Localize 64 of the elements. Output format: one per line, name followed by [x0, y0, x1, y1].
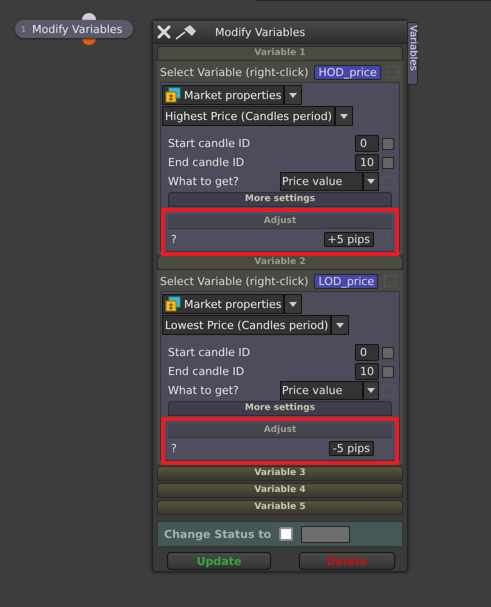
window-title: Modify Variables	[215, 26, 306, 38]
param-label: What to get?	[168, 175, 240, 188]
section-header[interactable]: Variable 3	[157, 466, 403, 481]
param-label: End candle ID	[168, 156, 246, 169]
section-header[interactable]: Variable 4	[157, 483, 403, 498]
status-field[interactable]	[301, 526, 350, 542]
function-dropdown[interactable]: Highest Price (Candles period)	[162, 106, 335, 126]
caret-icon	[289, 302, 298, 306]
pin-icon[interactable]	[175, 24, 197, 40]
input-port[interactable]	[82, 13, 96, 20]
dropdown-caret[interactable]	[363, 172, 379, 191]
status-checkbox[interactable]	[279, 527, 294, 541]
number-field[interactable]: 0	[355, 344, 379, 361]
dropdown-caret[interactable]	[284, 85, 302, 105]
adjust-field[interactable]: -5 pips	[328, 440, 374, 456]
param-label: Start candle ID	[168, 346, 252, 359]
variable-chip[interactable]: HOD_price	[314, 64, 381, 80]
node-index: 1	[21, 24, 26, 34]
number-field[interactable]: 0	[355, 135, 379, 152]
function-dropdown[interactable]: Lowest Price (Candles period)	[162, 315, 332, 335]
param-label: What to get?	[168, 384, 240, 397]
dropdown-caret[interactable]	[331, 315, 350, 335]
caret-icon	[367, 179, 375, 184]
number-field[interactable]: 10	[355, 154, 379, 171]
param-label: Start candle ID	[168, 137, 252, 150]
section-header[interactable]: Variable 2	[157, 255, 403, 270]
side-tab[interactable]: Variables	[408, 22, 418, 85]
dropdown-caret[interactable]	[284, 294, 302, 314]
adjust-label: ?	[171, 232, 178, 246]
more-settings-bar[interactable]: More settings	[168, 401, 392, 416]
adjust-label: ?	[171, 442, 178, 454]
value-dropdown[interactable]: Price value	[280, 172, 363, 191]
section-header[interactable]: Variable 5	[157, 500, 403, 515]
close-icon[interactable]	[157, 25, 171, 39]
select-label: Select Variable (right-click)	[160, 274, 308, 288]
dropdown-caret[interactable]	[334, 106, 353, 126]
caret-icon	[367, 388, 375, 393]
status-label: Change Status to	[164, 528, 272, 540]
money-icon	[165, 87, 181, 103]
variable-chip[interactable]: LOD_price	[314, 274, 378, 288]
adjust-header: Adjust	[168, 215, 392, 229]
param-label: End candle ID	[168, 365, 246, 378]
caret-icon	[340, 114, 348, 118]
adjust-header: Adjust	[168, 424, 392, 438]
checkbox[interactable]	[382, 346, 394, 358]
caret-icon	[289, 92, 298, 98]
category-dropdown[interactable]: Market properties	[162, 294, 284, 314]
number-field[interactable]: 10	[355, 363, 379, 380]
value-dropdown[interactable]: Price value	[280, 381, 363, 400]
node-label: Modify Variables	[32, 22, 122, 36]
update-button[interactable]: Update	[167, 552, 271, 570]
adjust-field[interactable]: +5 pips	[324, 232, 374, 246]
output-port[interactable]	[82, 38, 96, 45]
money-icon	[165, 296, 181, 312]
node-pill[interactable]: 1 Modify Variables	[15, 20, 133, 38]
checkbox[interactable]	[382, 366, 394, 378]
section-header[interactable]: Variable 1	[157, 46, 403, 61]
checkbox[interactable]	[382, 138, 394, 150]
caret-icon	[336, 322, 344, 328]
checkbox[interactable]	[382, 156, 394, 168]
category-dropdown[interactable]: Market properties	[162, 85, 284, 105]
select-label: Select Variable (right-click)	[160, 66, 308, 78]
dropdown-caret[interactable]	[363, 381, 379, 400]
more-settings-bar[interactable]: More settings	[168, 192, 392, 207]
